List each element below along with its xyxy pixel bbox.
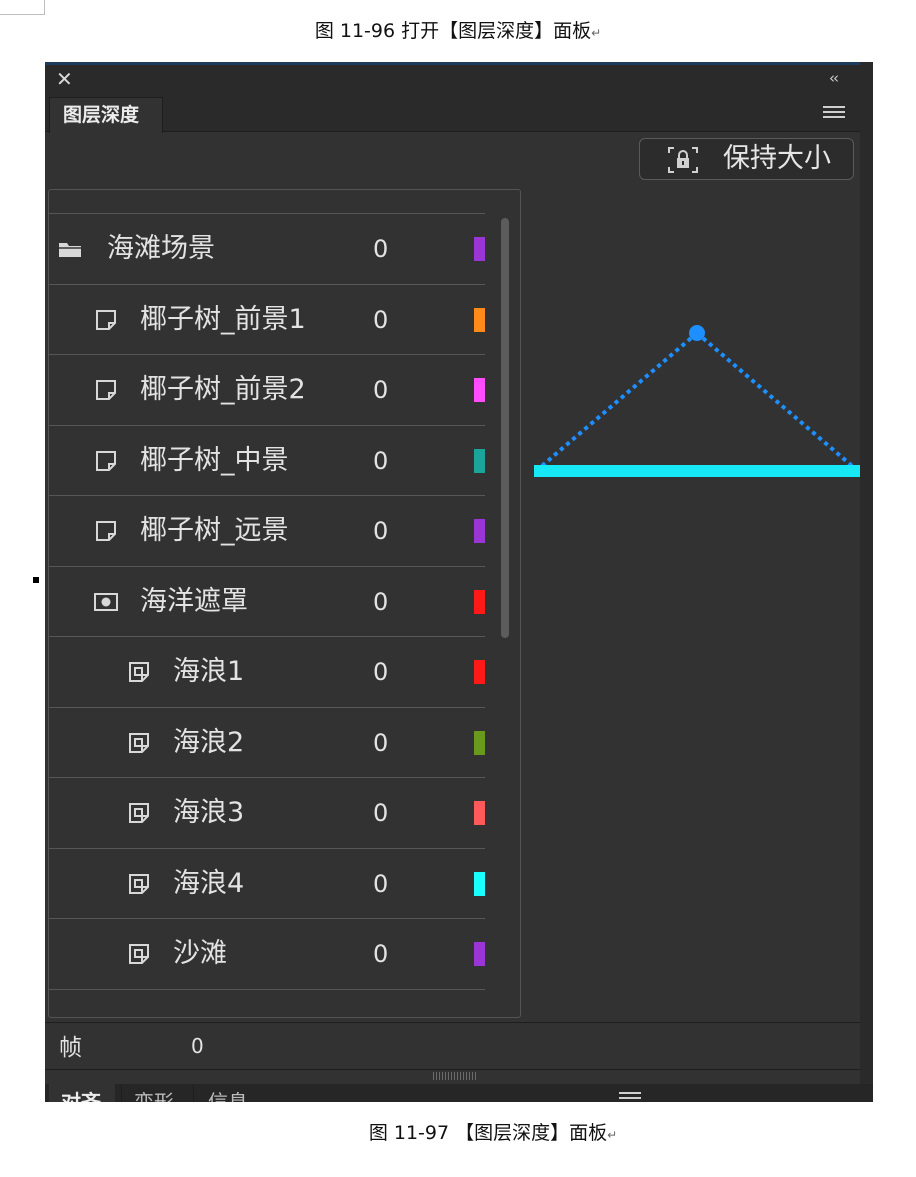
frame-row — [45, 1022, 860, 1070]
depth-control-point[interactable] — [689, 325, 705, 341]
bottom-menu-icon[interactable] — [619, 1092, 641, 1102]
layer-row[interactable]: 椰子树_前景1 0 — [49, 283, 485, 355]
layer-depth-value[interactable]: 0 — [373, 778, 388, 848]
layer-name: 海浪3 — [173, 797, 245, 828]
layer-row[interactable]: 椰子树_前景2 0 — [49, 354, 485, 425]
layer-color-swatch — [474, 307, 485, 332]
tab-align[interactable]: 对齐 — [49, 1084, 115, 1102]
depth-guide-left — [534, 331, 699, 473]
layer-name: 海洋遮罩 — [140, 585, 248, 617]
keep-size-label: 保持大小 — [723, 143, 831, 174]
tab-layer-depth[interactable]: 图层深度 — [49, 97, 163, 133]
layer-name: 沙滩 — [173, 938, 227, 969]
layer-row[interactable]: 海浪1 0 — [49, 636, 485, 707]
layer-row[interactable]: 海浪2 0 — [49, 706, 485, 778]
collapse-icon[interactable]: ‹‹ — [829, 69, 839, 87]
layer-name: 海浪2 — [173, 726, 245, 758]
layer-name: 海滩场景 — [107, 233, 215, 264]
depth-graph[interactable] — [522, 189, 860, 1018]
layer-row[interactable]: 椰子树_远景 0 — [49, 495, 485, 566]
tab-row — [45, 94, 860, 132]
corner-mark — [0, 0, 45, 15]
layer-depth-value[interactable]: 0 — [373, 214, 388, 284]
layer-depth-value[interactable]: 0 — [373, 708, 388, 778]
caption-bottom: 图 11-97 【图层深度】面板↵ — [368, 1122, 618, 1144]
masked-layer-icon — [129, 944, 149, 964]
caption-top: 图 11-96 打开【图层深度】面板↵ — [314, 20, 602, 42]
layer-row[interactable]: 沙滩 0 — [49, 918, 485, 989]
mask-icon — [94, 592, 118, 611]
layer-color-swatch — [474, 519, 485, 543]
layer-color-swatch — [474, 237, 485, 261]
layer-depth-value[interactable]: 0 — [373, 355, 388, 425]
layer-color-swatch — [474, 942, 485, 966]
layer-color-swatch — [474, 378, 485, 402]
layer-depth-value[interactable]: 0 — [373, 285, 388, 355]
layer-depth-value[interactable]: 0 — [373, 496, 388, 566]
frame-label: 帧 — [59, 1035, 82, 1061]
layer-icon — [96, 309, 116, 330]
layer-name: 椰子树_中景 — [140, 444, 289, 476]
bullet-mark — [33, 577, 39, 583]
layer-color-swatch — [474, 730, 485, 755]
layer-row[interactable]: 海洋遮罩 0 — [49, 565, 485, 637]
layer-color-swatch — [474, 801, 485, 825]
lock-icon — [668, 147, 698, 173]
keep-size-button[interactable]: 保持大小 — [639, 138, 854, 180]
layer-name: 海浪1 — [173, 656, 245, 687]
layer-depth-value[interactable]: 0 — [373, 637, 388, 707]
layer-icon — [96, 380, 116, 400]
layer-color-swatch — [474, 871, 485, 896]
layer-depth-panel: ✕ ‹‹ 图层深度 保持大小 海滩场景 0 椰子树_前景1 0 椰子树_前景2 0 椰子树_… — [45, 62, 873, 1102]
layer-list[interactable]: 海滩场景 0 椰子树_前景1 0 椰子树_前景2 0 椰子树_中景 0 椰子树_远景 0 海洋遮罩 0… — [48, 189, 521, 1018]
frame-value[interactable]: 0 — [191, 1034, 204, 1058]
close-icon[interactable]: ✕ — [56, 67, 73, 91]
layer-color-swatch — [474, 448, 485, 473]
depth-line[interactable] — [534, 465, 860, 477]
layer-depth-value[interactable]: 0 — [373, 849, 388, 919]
panel-menu-icon[interactable] — [823, 106, 845, 120]
depth-guide-right — [695, 331, 860, 473]
layer-row[interactable]: 海浪3 0 — [49, 777, 485, 848]
masked-layer-icon — [129, 873, 149, 894]
layer-depth-value[interactable]: 0 — [373, 426, 388, 496]
folder-icon — [59, 243, 81, 257]
layer-depth-value[interactable]: 0 — [373, 567, 388, 637]
tab-transform[interactable]: 变形 — [121, 1084, 191, 1102]
layer-name: 椰子树_前景1 — [140, 303, 306, 335]
layer-icon — [96, 450, 116, 471]
resize-grip[interactable] — [433, 1072, 477, 1080]
masked-layer-icon — [129, 803, 149, 823]
layer-color-swatch — [474, 589, 485, 614]
layer-row[interactable]: 海浪4 0 — [49, 847, 485, 919]
layer-row[interactable]: 海滩场景 0 — [49, 213, 485, 284]
masked-layer-icon — [129, 662, 149, 682]
scrollbar-thumb[interactable] — [501, 218, 509, 638]
masked-layer-icon — [129, 732, 149, 753]
panel-titlebar — [45, 62, 873, 94]
layer-icon — [96, 521, 116, 541]
right-panel-edge — [860, 62, 873, 1102]
layer-name: 椰子树_前景2 — [140, 374, 306, 405]
tab-info[interactable]: 信息 — [193, 1084, 265, 1102]
layer-row-partial[interactable] — [49, 988, 485, 1018]
layer-name: 椰子树_远景 — [140, 515, 289, 546]
layer-depth-value[interactable]: 0 — [373, 919, 388, 989]
layer-color-swatch — [474, 660, 485, 684]
layer-row[interactable]: 椰子树_中景 0 — [49, 424, 485, 496]
layer-name: 海浪4 — [173, 867, 245, 899]
